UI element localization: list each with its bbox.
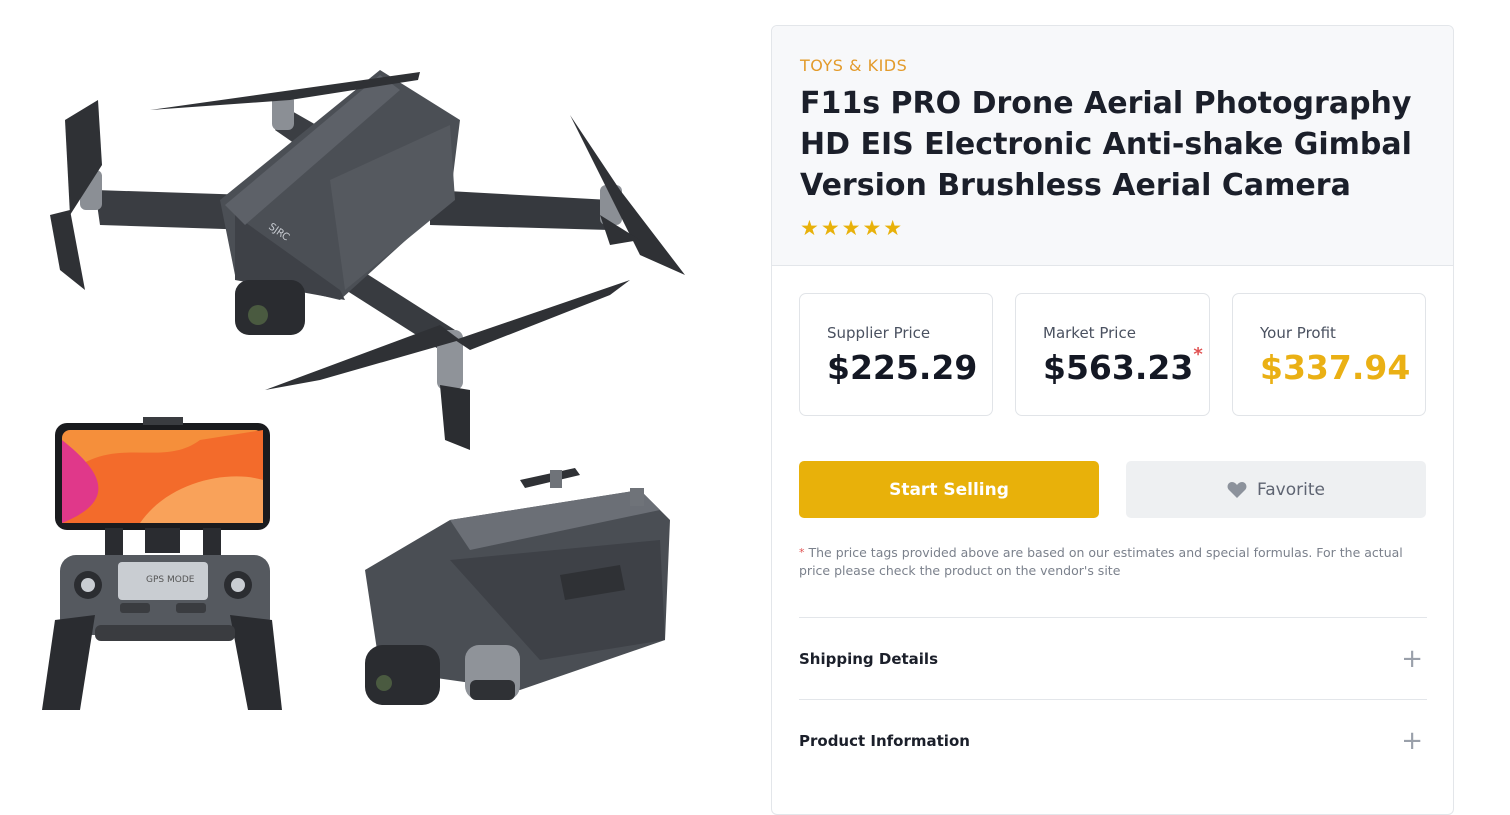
market-price-card: Market Price $563.23* bbox=[1015, 293, 1210, 416]
market-price-value: $563.23 bbox=[1043, 348, 1194, 387]
product-header: TOYS & KIDS F11s PRO Drone Aerial Photog… bbox=[772, 26, 1453, 266]
accordion-product-information[interactable]: Product Information + bbox=[799, 699, 1427, 782]
profit-card: Your Profit $337.94 bbox=[1232, 293, 1426, 416]
drone-main-image: SJRC bbox=[50, 70, 685, 450]
product-image-gallery: SJRC GPS MODE bbox=[0, 0, 760, 798]
accordion-shipping-details[interactable]: Shipping Details + bbox=[799, 617, 1427, 700]
folded-drone-image bbox=[365, 468, 670, 705]
disclaimer-asterisk: * bbox=[799, 546, 805, 559]
rating-stars: ★★★★★ bbox=[800, 216, 905, 240]
plus-icon[interactable]: + bbox=[1401, 726, 1423, 756]
supplier-price-card: Supplier Price $225.29 bbox=[799, 293, 993, 416]
price-cards: Supplier Price $225.29 Market Price $563… bbox=[799, 293, 1427, 416]
product-details-panel: TOYS & KIDS F11s PRO Drone Aerial Photog… bbox=[771, 25, 1454, 815]
profit-value: $337.94 bbox=[1260, 348, 1411, 387]
product-category[interactable]: TOYS & KIDS bbox=[800, 56, 1425, 75]
market-price-label: Market Price bbox=[1043, 324, 1136, 342]
favorite-button[interactable]: Favorite bbox=[1126, 461, 1426, 518]
plus-icon[interactable]: + bbox=[1401, 644, 1423, 674]
supplier-price-label: Supplier Price bbox=[827, 324, 931, 342]
price-disclaimer: * The price tags provided above are base… bbox=[799, 544, 1429, 580]
drone-product-image: SJRC GPS MODE bbox=[42, 70, 685, 710]
favorite-label: Favorite bbox=[1257, 479, 1325, 500]
profit-label: Your Profit bbox=[1260, 324, 1336, 342]
accordion-label: Shipping Details bbox=[799, 650, 939, 668]
supplier-price-value: $225.29 bbox=[827, 348, 978, 387]
market-price-asterisk: * bbox=[1193, 344, 1203, 365]
product-title: F11s PRO Drone Aerial Photography HD EIS… bbox=[800, 86, 1412, 203]
start-selling-button[interactable]: Start Selling bbox=[799, 461, 1099, 518]
remote-controller-image: GPS MODE bbox=[42, 417, 282, 710]
remote-screen-label: GPS MODE bbox=[146, 575, 195, 585]
disclaimer-text: The price tags provided above are based … bbox=[799, 545, 1403, 578]
heart-icon bbox=[1227, 481, 1247, 498]
start-selling-label: Start Selling bbox=[889, 479, 1009, 500]
accordion-label: Product Information bbox=[799, 732, 970, 750]
